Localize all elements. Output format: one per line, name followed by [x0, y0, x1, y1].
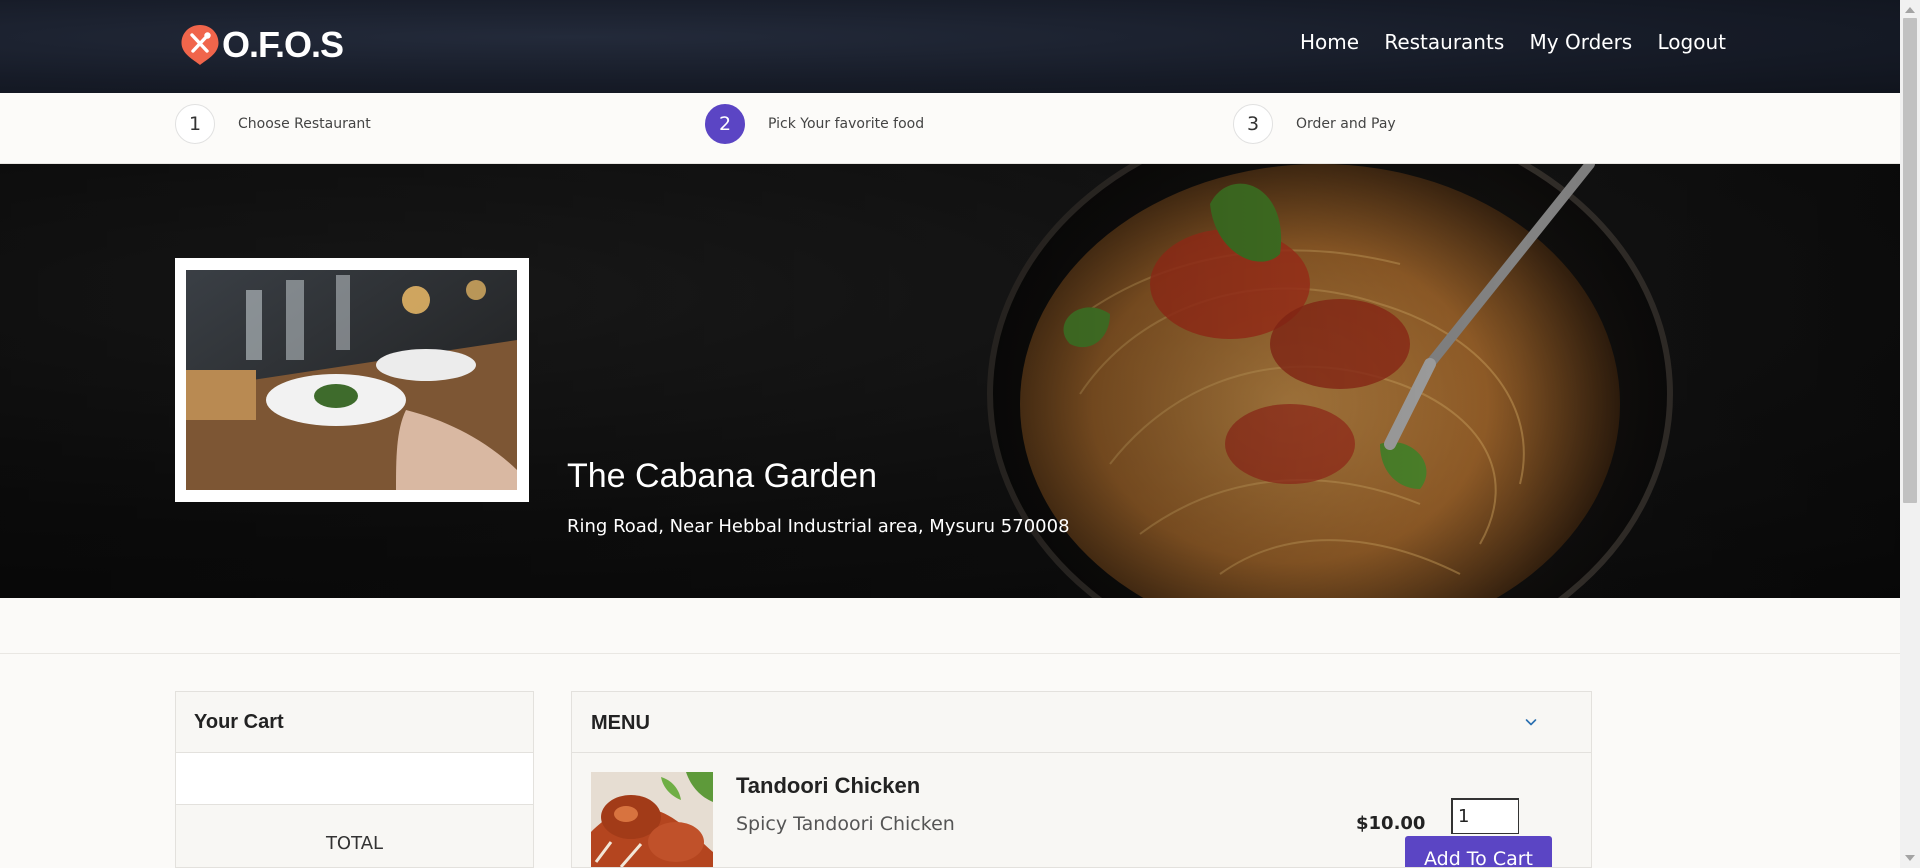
step-number-active: 2 — [705, 104, 745, 144]
step-number: 1 — [175, 104, 215, 144]
menu-title: MENU — [591, 712, 650, 734]
quantity-input[interactable] — [1451, 798, 1519, 834]
step-label: Order and Pay — [1296, 116, 1396, 132]
food-price: $10.00 — [1356, 813, 1426, 834]
restaurant-hero: The Cabana Garden Ring Road, Near Hebbal… — [0, 164, 1900, 598]
main-nav: Home Restaurants My Orders Logout — [1300, 30, 1726, 54]
cart-title: Your Cart — [176, 692, 533, 753]
nav-restaurants[interactable]: Restaurants — [1384, 30, 1504, 54]
scroll-down-icon[interactable] — [1905, 855, 1915, 861]
step-order-pay: 3 Order and Pay — [1233, 104, 1396, 144]
cart-items — [176, 753, 533, 805]
step-pick-food: 2 Pick Your favorite food — [705, 104, 924, 144]
food-image — [591, 772, 713, 867]
add-to-cart-button[interactable]: Add To Cart — [1405, 836, 1552, 867]
step-label: Choose Restaurant — [238, 116, 371, 132]
utensils-pin-icon — [181, 25, 219, 65]
order-steps: 1 Choose Restaurant 2 Pick Your favorite… — [0, 93, 1900, 164]
step-choose-restaurant: 1 Choose Restaurant — [175, 104, 371, 144]
chevron-down-icon[interactable] — [1523, 714, 1539, 730]
restaurant-dining-image — [186, 270, 517, 490]
page-scrollbar[interactable] — [1900, 0, 1920, 868]
restaurant-address: Ring Road, Near Hebbal Industrial area, … — [567, 516, 1070, 537]
menu-item: Tandoori Chicken Spicy Tandoori Chicken … — [572, 753, 1591, 867]
nav-my-orders[interactable]: My Orders — [1530, 30, 1633, 54]
cart-total-label: TOTAL — [325, 833, 384, 854]
food-description: Spicy Tandoori Chicken — [736, 813, 955, 835]
logo-text: O.F.O.S — [222, 24, 344, 65]
cart-panel: Your Cart TOTAL — [175, 691, 534, 868]
section-divider — [0, 653, 1900, 654]
top-navbar: O.F.O.S Home Restaurants My Orders Logou… — [0, 0, 1900, 93]
food-name: Tandoori Chicken — [736, 773, 921, 798]
nav-logout[interactable]: Logout — [1658, 30, 1726, 54]
menu-header[interactable]: MENU — [572, 692, 1591, 753]
site-logo[interactable]: O.F.O.S — [180, 24, 344, 66]
menu-panel: MENU Tandoori Chicken Spicy Tandoori Chi… — [571, 691, 1592, 868]
restaurant-name: The Cabana Garden — [567, 457, 877, 495]
step-label: Pick Your favorite food — [768, 116, 925, 132]
nav-home[interactable]: Home — [1300, 30, 1359, 54]
step-number: 3 — [1233, 104, 1273, 144]
scrollbar-thumb[interactable] — [1903, 18, 1917, 503]
scroll-up-icon[interactable] — [1905, 7, 1915, 13]
restaurant-photo — [175, 258, 529, 502]
